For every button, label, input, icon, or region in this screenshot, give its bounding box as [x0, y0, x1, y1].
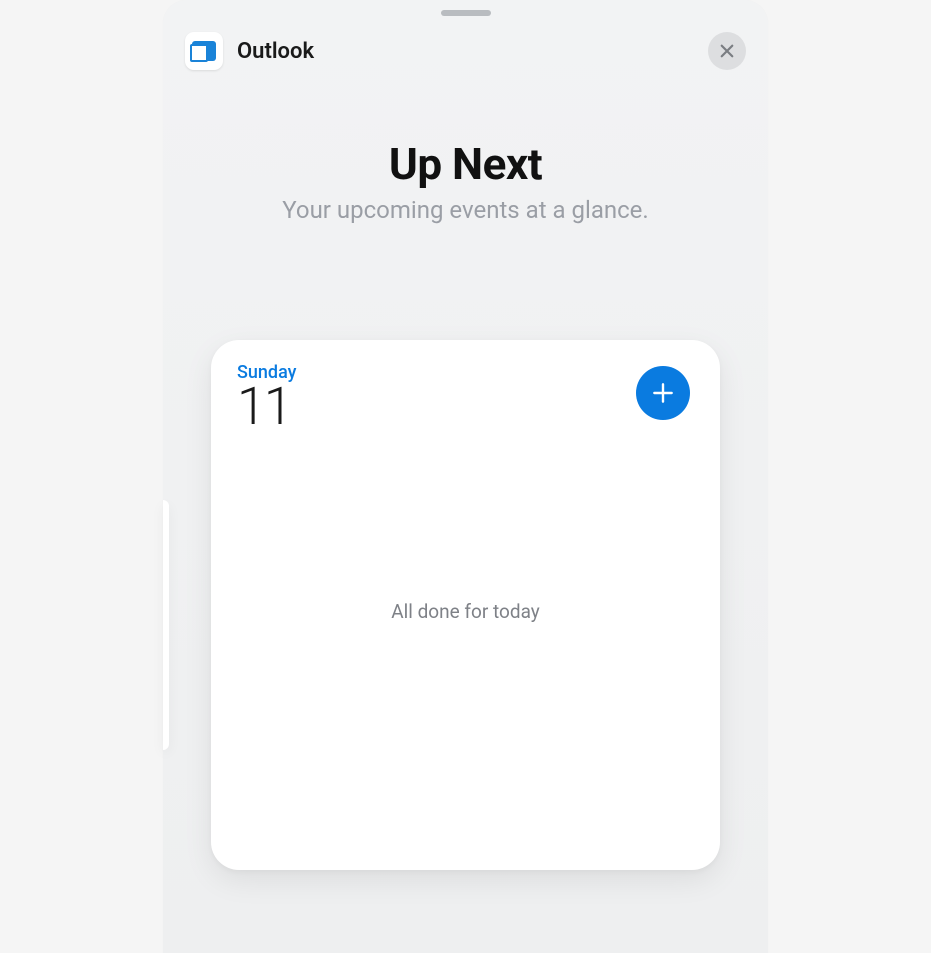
empty-state-message: All done for today — [211, 600, 720, 623]
app-name: Outlook — [237, 39, 314, 64]
drag-handle[interactable] — [441, 10, 491, 16]
widget-preview-card[interactable]: Sunday 11 All done for today — [211, 340, 720, 870]
date-block: Sunday 11 — [237, 362, 296, 433]
outlook-icon — [192, 41, 216, 61]
sheet-header: Outlook — [163, 26, 768, 76]
page-subtitle: Your upcoming events at a glance. — [163, 196, 768, 224]
plus-icon — [650, 380, 676, 406]
close-icon — [718, 42, 736, 60]
day-number-label: 11 — [237, 381, 296, 433]
outlook-app-icon — [185, 32, 223, 70]
header-left: Outlook — [185, 32, 314, 70]
carousel-peek-left[interactable] — [163, 500, 169, 750]
title-block: Up Next Your upcoming events at a glance… — [163, 138, 768, 224]
page-title: Up Next — [163, 138, 768, 190]
add-event-button[interactable] — [636, 366, 690, 420]
close-button[interactable] — [708, 32, 746, 70]
widget-config-sheet: Outlook Up Next Your upcoming events at … — [163, 0, 768, 953]
card-header: Sunday 11 — [237, 362, 694, 433]
